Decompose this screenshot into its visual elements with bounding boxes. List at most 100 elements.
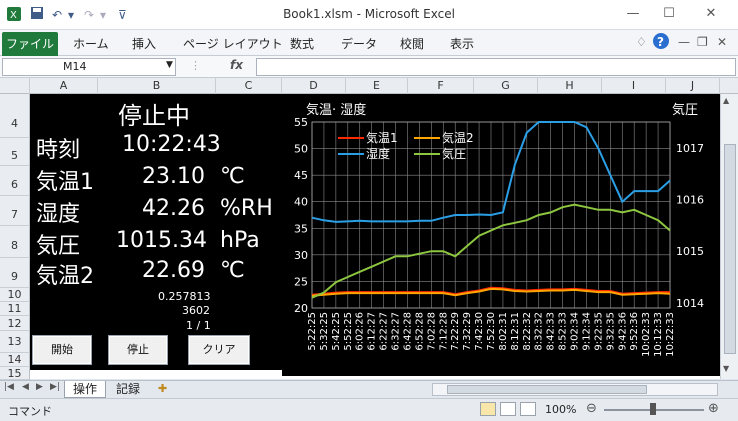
x-tick-label: 10:02:33 — [641, 312, 652, 357]
row-header[interactable]: 7 — [0, 196, 30, 226]
legend-label: 気温1 — [366, 130, 398, 145]
tab-file[interactable]: ファイル — [2, 32, 58, 56]
last-sheet-icon[interactable]: ▶| — [50, 382, 60, 392]
column-header[interactable]: E — [346, 78, 408, 94]
name-box-dropdown-icon[interactable]: ▼ — [166, 60, 173, 70]
page-break-view-icon[interactable] — [520, 402, 536, 416]
column-header[interactable]: A — [30, 78, 98, 94]
time-label: 時刻 — [36, 138, 81, 163]
row-header[interactable]: 10 — [0, 288, 30, 302]
sheet-tab-record[interactable]: 記録 — [108, 381, 148, 398]
row-header[interactable]: 5 — [0, 138, 30, 166]
x-tick-label: 5:32:25 — [319, 312, 330, 351]
sheet-tab-operation[interactable]: 操作 — [64, 381, 107, 398]
zoom-level[interactable]: 100% — [545, 403, 576, 416]
horizontal-scrollbar[interactable] — [432, 383, 718, 396]
humidity-label: 湿度 — [36, 202, 81, 227]
stop-button[interactable]: 停止 — [108, 335, 168, 365]
workbook-close-icon[interactable]: ✕ — [717, 35, 727, 49]
zoom-out-icon[interactable]: ⊖ — [586, 401, 597, 416]
x-tick-label: 5:52:25 — [343, 312, 354, 351]
x-tick-label: 8:52:33 — [558, 312, 569, 351]
pressure-value: 1015.34 — [116, 228, 207, 253]
row-header[interactable]: 6 — [0, 166, 30, 196]
horizontal-scroll-thumb[interactable] — [447, 385, 647, 394]
tab-view[interactable]: 表示 — [450, 35, 474, 52]
zoom-in-icon[interactable]: ⊕ — [708, 401, 719, 416]
scroll-up-icon[interactable]: ▲ — [723, 96, 729, 105]
tab-insert[interactable]: 挿入 — [132, 35, 156, 52]
column-header[interactable]: B — [98, 78, 216, 94]
insert-function-button[interactable]: fx — [230, 58, 243, 72]
column-header[interactable]: F — [408, 78, 474, 94]
restore-button[interactable]: ☐ — [654, 4, 684, 24]
row-header[interactable]: 14 — [0, 353, 30, 367]
name-box[interactable]: M14 — [2, 58, 176, 76]
column-header[interactable]: D — [282, 78, 346, 94]
minimize-button[interactable]: — — [618, 4, 648, 24]
sensor-chart[interactable]: 気温· 湿度 気圧 20 25 30 35 40 45 50 55 1014 1015 1016 10… — [282, 94, 720, 376]
x-tick-label: 10:12:33 — [653, 312, 664, 357]
temp2-label: 気温2 — [36, 264, 94, 289]
y-tick-label: 20 — [294, 302, 308, 315]
x-tick-label: 7:12:28 — [438, 312, 449, 351]
help-icon[interactable]: ? — [652, 32, 670, 53]
row-header[interactable]: 11 — [0, 302, 30, 316]
tab-data[interactable]: データ — [341, 35, 377, 52]
page-layout-view-icon[interactable] — [500, 402, 516, 416]
vertical-scrollbar[interactable]: ▲ ▼ — [720, 94, 738, 379]
x-tick-label: 6:32:27 — [391, 312, 402, 351]
status-bar: コマンド 100% ⊖ ⊕ — [0, 398, 738, 421]
ribbon-collapse-icon[interactable]: ♢ — [636, 35, 647, 49]
x-tick-label: 7:52:30 — [486, 312, 497, 351]
tab-home[interactable]: ホーム — [73, 35, 109, 52]
x-tick-label: 8:22:32 — [522, 312, 533, 351]
x-tick-label: 6:02:26 — [355, 312, 366, 351]
tab-review[interactable]: 校閲 — [400, 35, 424, 52]
first-sheet-icon[interactable]: |◀ — [4, 382, 14, 392]
temp2-value: 22.69 — [142, 258, 205, 283]
workbook-restore-icon[interactable]: ❐ — [697, 35, 708, 49]
x-tick-label: 8:42:33 — [546, 312, 557, 351]
scroll-down-icon[interactable]: ▼ — [723, 364, 729, 373]
zoom-slider-thumb[interactable] — [650, 403, 656, 415]
tab-page-layout[interactable]: ページ レイアウト — [183, 35, 283, 52]
x-tick-label: 7:32:29 — [462, 312, 473, 351]
close-button[interactable]: ✕ — [696, 4, 726, 24]
y2-tick-label: 1014 — [676, 297, 704, 310]
formula-input[interactable] — [256, 58, 736, 76]
page-indicator: 1 / 1 — [186, 319, 211, 332]
column-header[interactable]: I — [602, 78, 666, 94]
prev-sheet-icon[interactable]: ◀ — [22, 382, 29, 392]
select-all-corner[interactable] — [0, 78, 30, 94]
y-tick-label: 50 — [294, 143, 308, 156]
row-header[interactable]: 4 — [0, 94, 30, 138]
row-header[interactable]: 8 — [0, 226, 30, 258]
x-tick-label: 9:22:35 — [593, 312, 604, 351]
row-header[interactable]: 12 — [0, 316, 30, 331]
x-tick-label: 8:32:32 — [534, 312, 545, 351]
workbook-minimize-icon[interactable]: — — [678, 35, 690, 49]
x-tick-label: 8:12:31 — [510, 312, 521, 351]
clear-button[interactable]: クリア — [188, 335, 250, 365]
chart-legend: 気温1 気温2 湿度 気圧 — [338, 130, 474, 161]
insert-sheet-icon[interactable]: ✚ — [158, 382, 167, 395]
row-header[interactable]: 9 — [0, 258, 30, 288]
formula-bar-grip-icon: ⋮ — [190, 59, 201, 72]
normal-view-icon[interactable] — [480, 402, 496, 416]
column-header[interactable]: J — [666, 78, 720, 94]
x-tick-label: 6:12:27 — [367, 312, 378, 351]
row-header[interactable]: 15 — [0, 367, 30, 380]
tab-formulas[interactable]: 数式 — [290, 35, 314, 52]
scroll-thumb[interactable] — [724, 144, 736, 354]
column-header[interactable]: C — [216, 78, 282, 94]
y-tick-label: 35 — [294, 222, 308, 235]
start-button[interactable]: 開始 — [32, 335, 92, 365]
column-header[interactable]: H — [538, 78, 602, 94]
next-sheet-icon[interactable]: ▶ — [36, 382, 43, 392]
column-header[interactable]: G — [474, 78, 538, 94]
row-header[interactable]: 13 — [0, 331, 30, 353]
run-status: 停止中 — [118, 102, 190, 130]
y2-axis-title: 気圧 — [672, 102, 698, 118]
temp1-value: 23.10 — [142, 164, 205, 189]
